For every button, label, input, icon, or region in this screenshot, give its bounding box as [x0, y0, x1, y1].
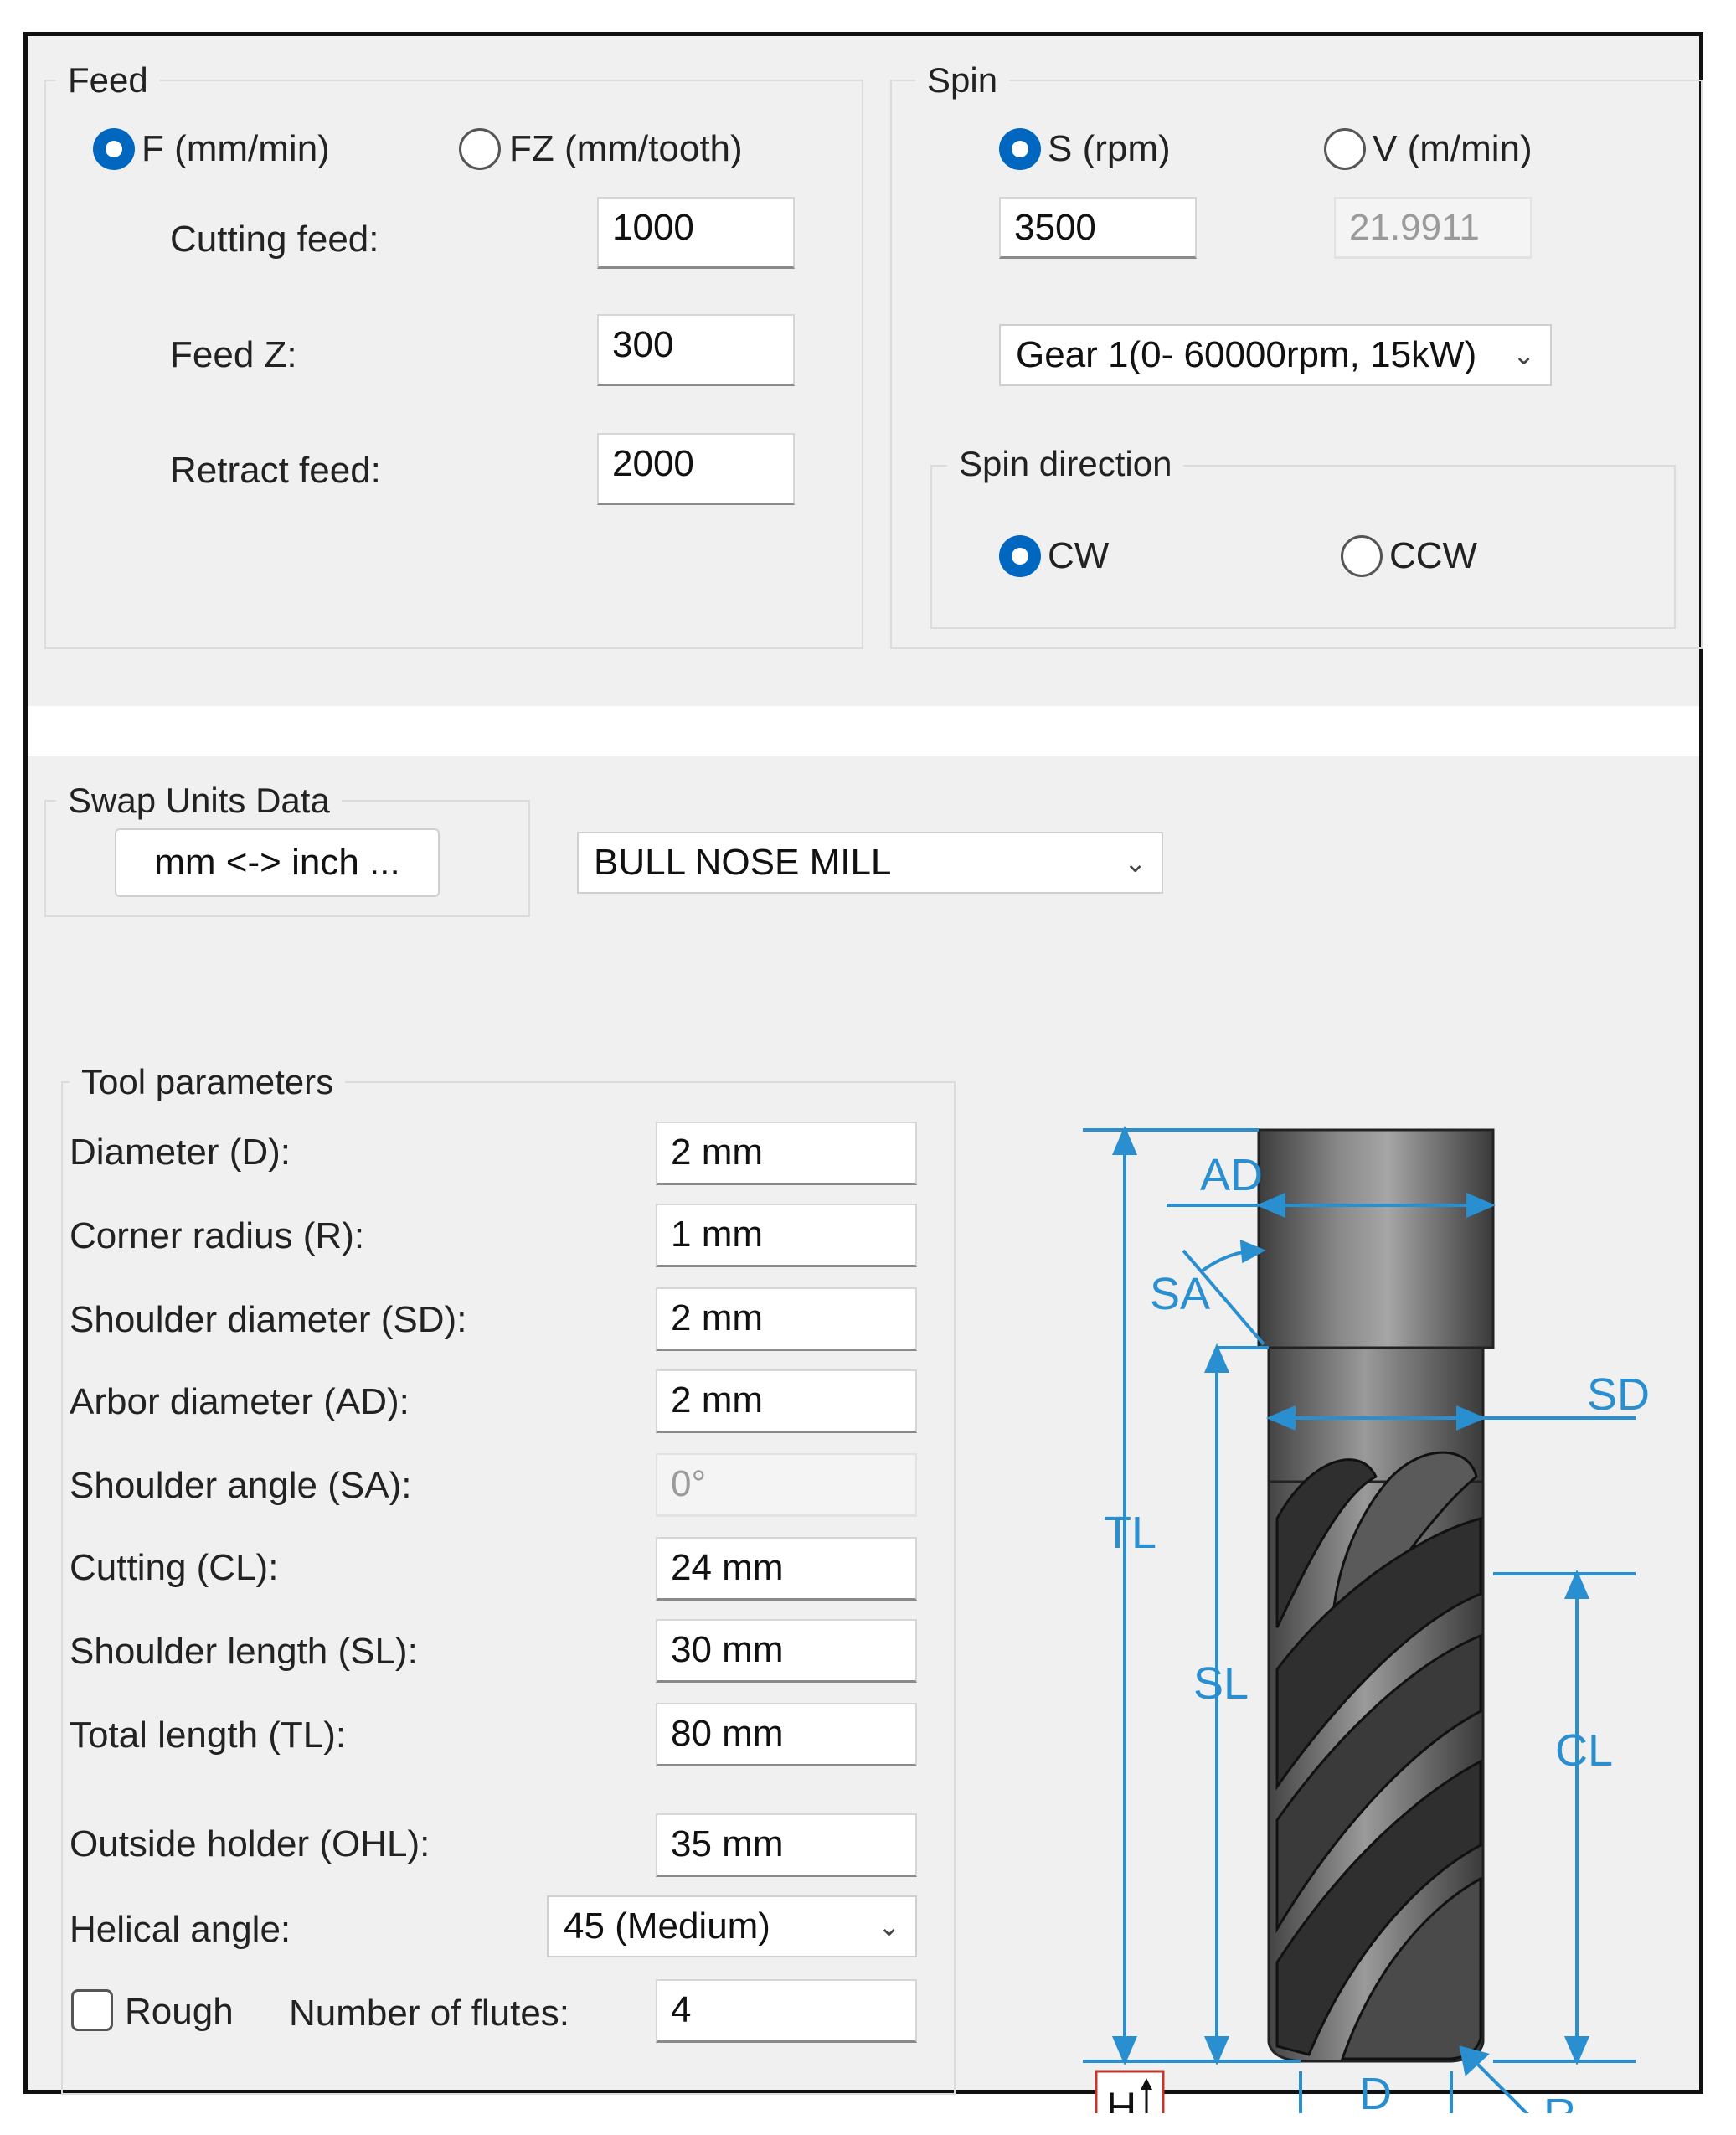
cutting-length-input[interactable]: 24 mm [656, 1537, 917, 1601]
shoulder-diameter-label: Shoulder diameter (SD): [70, 1299, 467, 1340]
total-length-label: Total length (TL): [70, 1715, 347, 1756]
radio-f-mm-min[interactable] [93, 128, 135, 170]
swap-units-title: Swap Units Data [56, 780, 342, 822]
arbor-diameter-input[interactable]: 2 mm [656, 1369, 917, 1433]
outside-holder-input[interactable]: 35 mm [656, 1813, 917, 1877]
tool-type-select[interactable]: BULL NOSE MILL ⌄ [577, 832, 1163, 894]
diameter-input[interactable]: 2 mm [656, 1122, 917, 1185]
radio-v-m-min[interactable] [1324, 128, 1366, 170]
radio-f-label[interactable]: F (mm/min) [142, 126, 330, 172]
shoulder-angle-label: Shoulder angle (SA): [70, 1465, 412, 1506]
arbor-diameter-label: Arbor diameter (AD): [70, 1381, 410, 1422]
chevron-down-icon: ⌄ [878, 1911, 900, 1942]
tool-dimension-diagram: AD SA SD TL SL CL D R H [1083, 1125, 1650, 2113]
tool-settings-panel: Feed F (mm/min) FZ (mm/tooth) Cutting fe… [23, 32, 1703, 2113]
rough-label[interactable]: Rough [125, 1989, 234, 2034]
label-ad: AD [1200, 1150, 1263, 1200]
total-length-input[interactable]: 80 mm [656, 1703, 917, 1766]
helical-angle-select[interactable]: 45 (Medium) ⌄ [547, 1895, 917, 1957]
diameter-label: Diameter (D): [70, 1132, 291, 1173]
retract-feed-label: Retract feed: [170, 450, 381, 491]
flutes-input[interactable]: 4 [656, 1979, 917, 2043]
radio-cw-label[interactable]: CW [1048, 534, 1109, 579]
label-cl: CL [1555, 1725, 1613, 1776]
helical-angle-label: Helical angle: [70, 1909, 291, 1950]
feed-group-title: Feed [56, 59, 160, 101]
tool-shank [1257, 1128, 1495, 1349]
radio-fz-label[interactable]: FZ (mm/tooth) [509, 126, 743, 172]
radio-cw[interactable] [999, 535, 1041, 577]
swap-units-button[interactable]: mm <-> inch ... [115, 828, 440, 897]
chevron-down-icon: ⌄ [1124, 848, 1146, 878]
retract-feed-input[interactable]: 2000 [597, 433, 795, 505]
radio-s-rpm[interactable] [999, 128, 1041, 170]
spin-direction-title: Spin direction [947, 443, 1184, 485]
spin-direction-group [930, 465, 1676, 629]
radio-ccw-label[interactable]: CCW [1389, 534, 1477, 579]
label-tl: TL [1104, 1508, 1156, 1558]
spindle-speed-input[interactable]: 3500 [999, 197, 1197, 259]
label-sl: SL [1193, 1658, 1249, 1709]
shoulder-angle-input: 0° [656, 1453, 917, 1517]
h-toggle-label: H [1106, 2084, 1136, 2113]
shoulder-length-input[interactable]: 30 mm [656, 1619, 917, 1683]
feed-z-input[interactable]: 300 [597, 314, 795, 386]
corner-radius-input[interactable]: 1 mm [656, 1204, 917, 1267]
tool-type-value: BULL NOSE MILL [594, 842, 892, 883]
gear-select[interactable]: Gear 1(0- 60000rpm, 15kW) ⌄ [999, 324, 1552, 386]
radio-fz-mm-tooth[interactable] [459, 128, 501, 170]
shoulder-diameter-input[interactable]: 2 mm [656, 1287, 917, 1351]
label-sd: SD [1587, 1369, 1650, 1420]
shoulder-length-label: Shoulder length (SL): [70, 1631, 418, 1672]
cutting-feed-input[interactable]: 1000 [597, 197, 795, 269]
radio-ccw[interactable] [1341, 535, 1383, 577]
cutting-length-label: Cutting (CL): [70, 1547, 279, 1588]
radio-v-label[interactable]: V (m/min) [1373, 126, 1533, 172]
radio-s-label[interactable]: S (rpm) [1048, 126, 1171, 172]
corner-radius-label: Corner radius (R): [70, 1215, 365, 1256]
gear-select-value: Gear 1(0- 60000rpm, 15kW) [1016, 334, 1477, 375]
spin-group-title: Spin [915, 59, 1010, 101]
tool-parameters-title: Tool parameters [70, 1061, 346, 1103]
rough-checkbox[interactable] [71, 1989, 113, 2031]
cutting-feed-label: Cutting feed: [170, 219, 379, 260]
label-r: R [1543, 2090, 1576, 2113]
label-d: D [1359, 2069, 1392, 2113]
chevron-down-icon: ⌄ [1512, 340, 1535, 370]
helical-angle-value: 45 (Medium) [564, 1906, 770, 1947]
flutes-label: Number of flutes: [289, 1993, 570, 2034]
feed-z-label: Feed Z: [170, 334, 297, 375]
cutting-speed-input: 21.9911 [1334, 197, 1532, 259]
outside-holder-label: Outside holder (OHL): [70, 1823, 430, 1864]
label-sa: SA [1150, 1269, 1210, 1319]
section-separator [28, 706, 1699, 756]
